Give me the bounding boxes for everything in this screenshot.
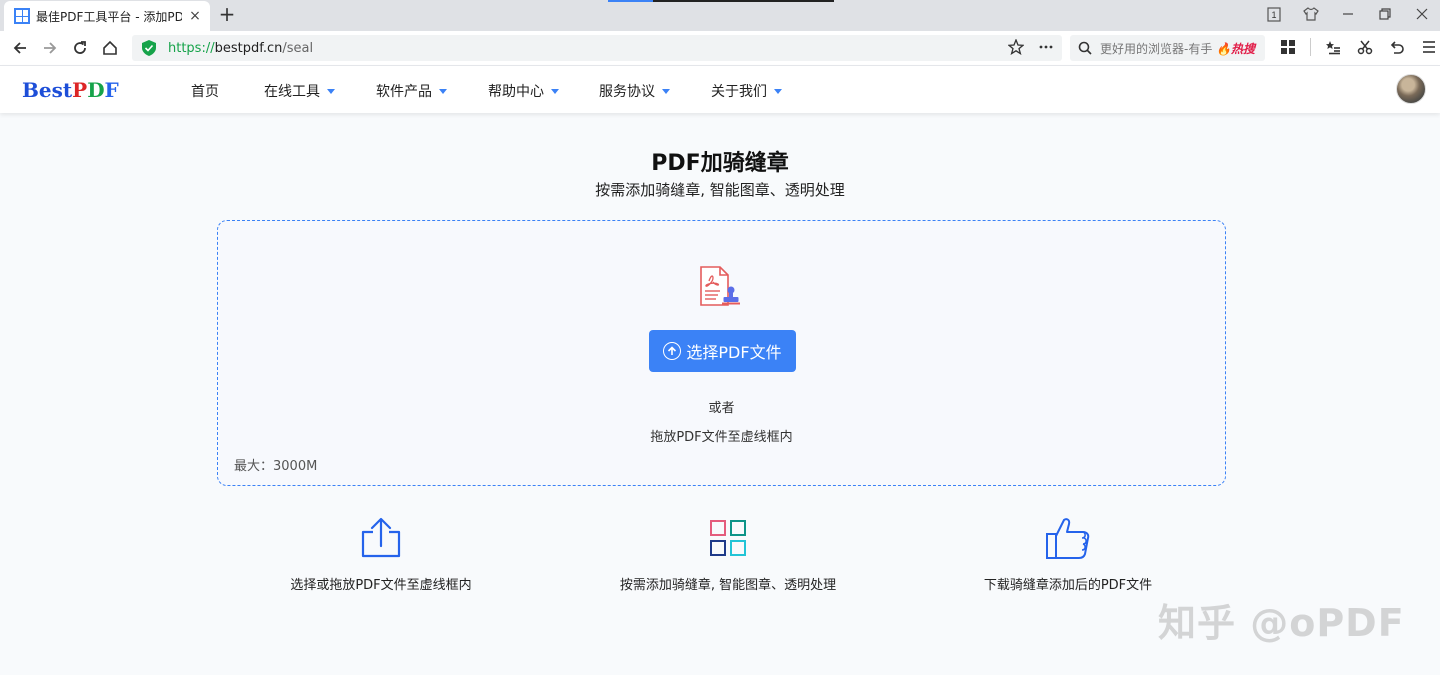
url-scheme: https:// — [168, 40, 215, 56]
hot-search-badge[interactable]: 🔥热搜 — [1216, 40, 1255, 57]
nav-label: 在线工具 — [264, 84, 320, 100]
page-title: PDF加骑缝章 — [651, 151, 789, 176]
or-text: 或者 — [708, 401, 735, 416]
address-bar-row: https://bestpdf.cn/seal 更好用的浏览器-有手 🔥热搜 — [0, 31, 1440, 66]
site-header: BestPDF 首页 在线工具 软件产品 帮助中心 服务协议 关于我们 — [0, 66, 1440, 113]
menu-button[interactable] — [1419, 37, 1439, 57]
pdf-seal-icon — [700, 266, 740, 306]
nav-label: 软件产品 — [376, 84, 432, 100]
window-controls: 1 — [1255, 0, 1440, 31]
browser-tab-bar: 最佳PDF工具平台 - 添加PDF骑缝章 × + 1 — [0, 0, 1440, 31]
scissors-icon — [1357, 40, 1373, 55]
nav-label: 帮助中心 — [488, 84, 544, 100]
feature-icon-wrap — [598, 516, 858, 560]
browser-tab[interactable]: 最佳PDF工具平台 - 添加PDF骑缝章 × — [4, 1, 210, 31]
restore-icon — [1378, 8, 1391, 20]
upload-icon — [361, 517, 401, 558]
minimize-button[interactable] — [1329, 0, 1366, 28]
max-size-note: 最大：3000M — [234, 459, 318, 474]
select-pdf-button[interactable]: 选择PDF文件 — [649, 330, 796, 372]
tab-count: 1 — [1271, 10, 1276, 20]
toolbar-divider — [1310, 38, 1311, 56]
reload-icon — [74, 41, 86, 54]
undo-button[interactable] — [1387, 37, 1407, 57]
loading-progress — [608, 0, 834, 2]
feature-label: 下载骑缝章添加后的PDF文件 — [983, 578, 1153, 593]
tab-counter-button[interactable]: 1 — [1255, 0, 1292, 28]
search-icon — [1078, 41, 1092, 55]
home-icon — [103, 40, 117, 55]
main-nav: 首页 在线工具 软件产品 帮助中心 服务协议 关于我们 — [0, 66, 1440, 113]
thumbs-up-icon — [1046, 518, 1090, 559]
skin-button[interactable] — [1292, 0, 1329, 28]
url-field[interactable]: https://bestpdf.cn/seal — [132, 35, 1062, 61]
nav-home[interactable]: 首页 — [191, 81, 219, 101]
reload-button[interactable] — [68, 37, 92, 59]
feature-label: 按需添加骑缝章, 智能图章、透明处理 — [619, 578, 837, 593]
user-avatar[interactable] — [1396, 74, 1426, 104]
chevron-down-icon — [439, 88, 447, 94]
tab-counter-icon: 1 — [1266, 6, 1281, 22]
arrow-up-icon — [668, 346, 677, 355]
drag-hint: 拖放PDF文件至虚线框内 — [650, 430, 793, 445]
page-subtitle: 按需添加骑缝章, 智能图章、透明处理 — [595, 181, 845, 199]
shirt-icon — [1302, 7, 1319, 21]
feature-label: 选择或拖放PDF文件至虚线框内 — [290, 578, 472, 593]
nav-label: 关于我们 — [711, 84, 767, 100]
chevron-down-icon — [327, 88, 335, 94]
new-tab-button[interactable]: + — [216, 4, 238, 26]
star-icon[interactable] — [1008, 39, 1024, 55]
browser-toolbar — [1278, 37, 1439, 57]
nav-label: 服务协议 — [599, 84, 655, 100]
url-actions — [1008, 39, 1054, 55]
url-host: bestpdf.cn — [214, 40, 283, 56]
apps-grid-icon — [1281, 40, 1295, 54]
close-icon — [1416, 8, 1427, 20]
secure-shield-icon — [142, 40, 156, 56]
feature-seal: 按需添加骑缝章, 智能图章、透明处理 — [598, 516, 858, 593]
url-text: https://bestpdf.cn/seal — [168, 41, 313, 56]
tab-title: 最佳PDF工具平台 - 添加PDF骑缝章 — [36, 9, 182, 24]
select-pdf-label: 选择PDF文件 — [686, 343, 782, 362]
feature-icon-wrap — [251, 516, 511, 560]
nav-about-us[interactable]: 关于我们 — [711, 81, 782, 101]
chevron-down-icon — [774, 88, 782, 94]
screenshot-button[interactable] — [1355, 37, 1375, 57]
nav-service-agreement[interactable]: 服务协议 — [599, 81, 670, 101]
nav-help-center[interactable]: 帮助中心 — [488, 81, 559, 101]
grid-icon — [710, 520, 746, 556]
arrow-right-icon — [44, 42, 57, 54]
home-button[interactable] — [98, 37, 122, 59]
undo-icon — [1390, 41, 1404, 54]
back-button[interactable] — [8, 37, 32, 59]
more-icon[interactable] — [1038, 39, 1054, 55]
arrow-left-icon — [13, 42, 26, 54]
upload-arrow-icon — [663, 342, 682, 360]
nav-software-products[interactable]: 软件产品 — [376, 81, 447, 101]
apps-button[interactable] — [1278, 37, 1298, 57]
forward-button[interactable] — [38, 37, 62, 59]
chevron-down-icon — [662, 88, 670, 94]
favorites-button[interactable] — [1323, 37, 1343, 57]
minimize-icon — [1342, 13, 1353, 15]
nav-label: 首页 — [191, 84, 219, 100]
hamburger-icon — [1423, 41, 1435, 53]
tab-close-icon[interactable]: × — [188, 8, 202, 24]
feature-select: 选择或拖放PDF文件至虚线框内 — [251, 516, 511, 593]
file-dropzone[interactable]: 选择PDF文件 或者 拖放PDF文件至虚线框内 最大：3000M — [217, 220, 1226, 486]
search-placeholder: 更好用的浏览器-有手 — [1100, 41, 1212, 56]
nav-online-tools[interactable]: 在线工具 — [264, 81, 335, 101]
close-window-button[interactable] — [1403, 0, 1440, 28]
favicon-icon — [14, 8, 30, 24]
favorites-list-icon — [1326, 41, 1340, 55]
restore-button[interactable] — [1366, 0, 1403, 28]
search-field[interactable]: 更好用的浏览器-有手 🔥热搜 — [1070, 35, 1265, 61]
feature-download: 下载骑缝章添加后的PDF文件 — [938, 516, 1198, 593]
watermark: 知乎 @oPDF — [1158, 601, 1405, 645]
feature-icon-wrap — [938, 516, 1198, 560]
chevron-down-icon — [551, 88, 559, 94]
url-path: /seal — [282, 40, 314, 56]
